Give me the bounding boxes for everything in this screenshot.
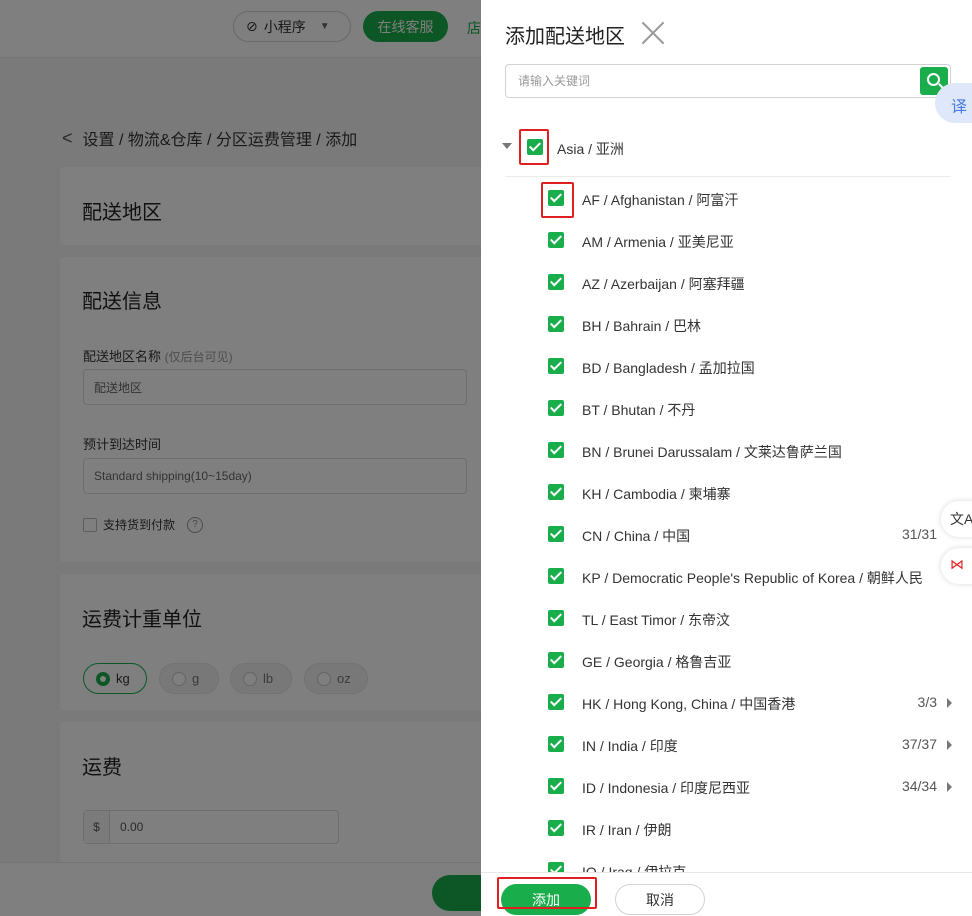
country-checkbox[interactable] (548, 526, 564, 542)
country-row[interactable]: CN / China / 中国 31/31 (481, 513, 972, 555)
country-checkbox[interactable] (548, 400, 564, 416)
country-label: KH / Cambodia / 柬埔寨 (582, 486, 731, 502)
country-list: AF / Afghanistan / 阿富汗 AM / Armenia / 亚美尼… (481, 177, 972, 872)
country-checkbox[interactable] (548, 274, 564, 290)
country-row[interactable]: KP / Democratic People's Republic of Kor… (481, 555, 972, 597)
country-row[interactable]: ID / Indonesia / 印度尼西亚 34/34 (481, 765, 972, 807)
close-icon[interactable] (640, 20, 666, 46)
region-count: 37/37 (901, 736, 937, 752)
highlight-box-add (497, 877, 597, 909)
country-row[interactable]: BD / Bangladesh / 孟加拉国 (481, 345, 972, 387)
cancel-button[interactable]: 取消 (615, 884, 705, 915)
country-checkbox[interactable] (548, 316, 564, 332)
country-label: BT / Bhutan / 不丹 (582, 402, 696, 418)
country-checkbox[interactable] (548, 358, 564, 374)
expand-arrow-icon[interactable] (947, 782, 952, 792)
country-checkbox[interactable] (548, 652, 564, 668)
country-label: HK / Hong Kong, China / 中国香港 (582, 696, 796, 712)
country-row[interactable]: AZ / Azerbaijan / 阿塞拜疆 (481, 261, 972, 303)
translate-icon: 译 (951, 99, 968, 116)
country-checkbox[interactable] (548, 820, 564, 836)
country-row[interactable]: HK / Hong Kong, China / 中国香港 3/3 (481, 681, 972, 723)
country-checkbox[interactable] (548, 778, 564, 794)
country-checkbox[interactable] (548, 232, 564, 248)
country-label: BD / Bangladesh / 孟加拉国 (582, 360, 755, 376)
country-row[interactable]: IN / India / 印度 37/37 (481, 723, 972, 765)
translate-tool-glyph: 文A (950, 511, 972, 527)
country-row[interactable]: KH / Cambodia / 柬埔寨 (481, 471, 972, 513)
country-checkbox[interactable] (548, 484, 564, 500)
country-label: BN / Brunei Darussalam / 文莱达鲁萨兰国 (582, 444, 842, 460)
highlight-box-af (541, 182, 574, 218)
highlight-box-asia (519, 129, 549, 165)
country-label: IN / India / 印度 (582, 738, 678, 754)
country-checkbox[interactable] (548, 442, 564, 458)
network-tool-icon[interactable]: ⋈ (941, 548, 972, 584)
country-row[interactable]: BN / Brunei Darussalam / 文莱达鲁萨兰国 (481, 429, 972, 471)
country-label: TL / East Timor / 东帝汶 (582, 612, 731, 628)
country-row[interactable]: IQ / Iraq / 伊拉克 (481, 849, 972, 872)
country-row[interactable]: GE / Georgia / 格鲁吉亚 (481, 639, 972, 681)
country-row[interactable]: BT / Bhutan / 不丹 (481, 387, 972, 429)
country-label: ID / Indonesia / 印度尼西亚 (582, 780, 751, 796)
country-label: GE / Georgia / 格鲁吉亚 (582, 654, 732, 670)
country-row[interactable]: TL / East Timor / 东帝汶 (481, 597, 972, 639)
country-row[interactable]: AM / Armenia / 亚美尼亚 (481, 219, 972, 261)
expand-arrow-icon[interactable] (947, 740, 952, 750)
country-label: AZ / Azerbaijan / 阿塞拜疆 (582, 276, 745, 292)
region-count: 31/31 (901, 526, 937, 542)
country-label: CN / China / 中国 (582, 528, 691, 544)
search-field[interactable] (505, 64, 951, 98)
country-checkbox[interactable] (548, 610, 564, 626)
country-checkbox[interactable] (548, 736, 564, 752)
drawer-title: 添加配送地区 (505, 26, 625, 48)
search-input[interactable] (506, 65, 906, 97)
add-zone-drawer: 添加配送地区 Asia / 亚洲 AF / Afghanistan / 阿富汗A… (481, 0, 972, 916)
caret-down-icon[interactable] (502, 143, 512, 149)
region-count: 3/3 (917, 694, 937, 710)
country-label: KP / Democratic People's Republic of Kor… (582, 570, 923, 586)
translate-tab[interactable]: 译 (935, 83, 972, 123)
country-checkbox[interactable] (548, 862, 564, 872)
country-checkbox[interactable] (548, 694, 564, 710)
continent-row-asia[interactable]: Asia / 亚洲 (481, 126, 972, 168)
country-row[interactable]: BH / Bahrain / 巴林 (481, 303, 972, 345)
country-label: AM / Armenia / 亚美尼亚 (582, 234, 734, 250)
continent-label: Asia / 亚洲 (557, 141, 624, 157)
country-label: IQ / Iraq / 伊拉克 (582, 864, 687, 872)
country-checkbox[interactable] (548, 568, 564, 584)
network-tool-glyph: ⋈ (950, 556, 964, 572)
expand-arrow-icon[interactable] (947, 698, 952, 708)
country-row[interactable]: IR / Iran / 伊朗 (481, 807, 972, 849)
country-label: BH / Bahrain / 巴林 (582, 318, 702, 334)
country-label: AF / Afghanistan / 阿富汗 (582, 192, 739, 208)
translate-tool-icon[interactable]: 文A (941, 501, 972, 537)
country-label: IR / Iran / 伊朗 (582, 822, 672, 838)
region-count: 34/34 (901, 778, 937, 794)
